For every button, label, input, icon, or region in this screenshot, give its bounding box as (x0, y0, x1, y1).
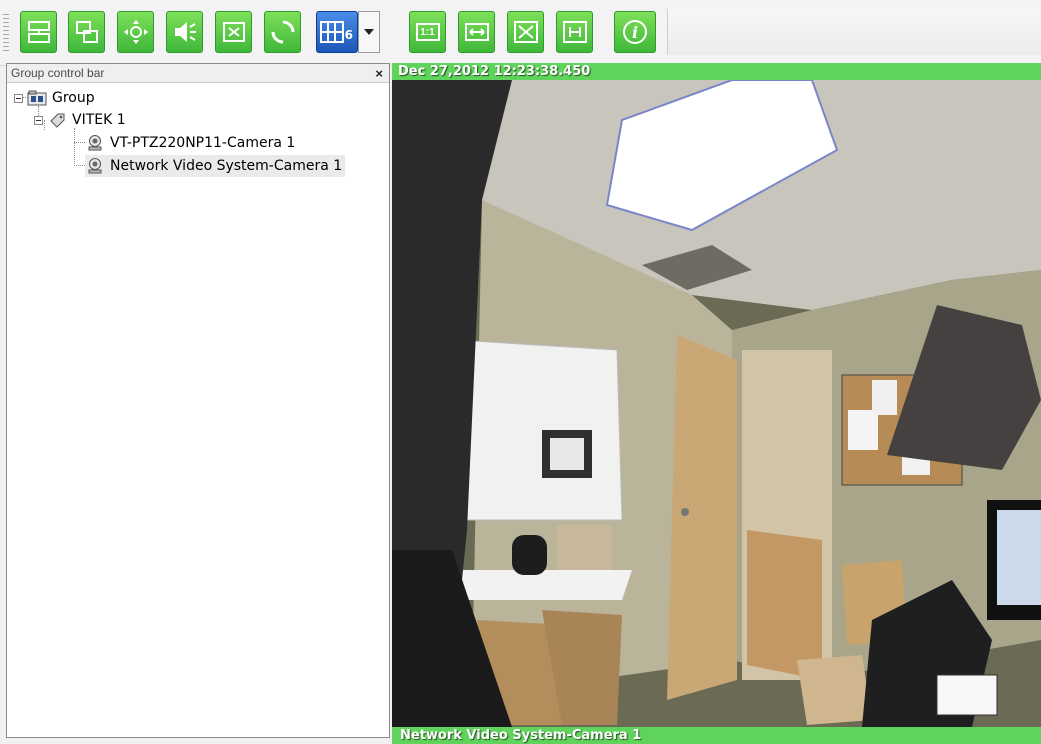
fit-width-button[interactable] (458, 11, 495, 53)
toolbar-grip[interactable] (3, 14, 9, 52)
actual-size-label: 1:1 (420, 26, 435, 38)
camera-name-bar: Network Video System-Camera 1 (392, 727, 1041, 744)
fit-window-icon (562, 21, 587, 43)
tree-label-camera: VT-PTZ220NP11-Camera 1 (110, 135, 296, 151)
panel-title: Group control bar (11, 66, 105, 80)
device-tree-button[interactable] (20, 11, 57, 53)
tree-item-camera[interactable]: VT-PTZ220NP11-Camera 1 (85, 132, 295, 154)
info-label: i (631, 22, 639, 42)
camera-icon (85, 134, 105, 152)
grid-layout-icon (320, 21, 344, 43)
refresh-cycle-icon (271, 20, 294, 44)
grid-count-label: 6 (344, 28, 353, 42)
grid-layout-button[interactable]: 6 (316, 11, 358, 53)
collapse-toggle[interactable] (14, 93, 23, 103)
screen-capture-button[interactable] (215, 11, 252, 53)
tree-item-group[interactable]: Group (14, 87, 95, 109)
actual-size-button[interactable]: 1:1 (409, 11, 446, 53)
main-toolbar: 6 1:1 i (0, 0, 1041, 66)
timestamp-bar: Dec 27,2012 12:23:38.450 (392, 63, 1041, 80)
camera-icon (85, 157, 105, 175)
fullscreen-icon (513, 21, 538, 43)
fit-window-button[interactable] (556, 11, 593, 53)
close-panel-button[interactable]: × (375, 66, 383, 81)
ptz-control-button[interactable] (117, 11, 154, 53)
device-tag-icon (47, 111, 67, 129)
audio-speaker-icon (174, 22, 196, 42)
camera-feed-image (392, 80, 1041, 727)
device-tree-icon (27, 21, 50, 43)
fit-width-icon (464, 23, 489, 41)
fullscreen-button[interactable] (507, 11, 544, 53)
group-control-panel: Group control bar × Group VITEK 1 VT-PTZ… (6, 63, 390, 738)
audio-speaker-button[interactable] (166, 11, 203, 53)
group-folder-icon (27, 89, 47, 107)
refresh-cycle-button[interactable] (264, 11, 301, 53)
video-viewport[interactable]: Dec 27,2012 12:23:38.450 Network Video S… (392, 63, 1041, 744)
screen-capture-icon (222, 22, 245, 42)
collapse-toggle[interactable] (34, 115, 43, 125)
window-layout-icon (75, 21, 98, 43)
panel-header: Group control bar × (7, 64, 389, 83)
tree-label-camera: Network Video System-Camera 1 (110, 158, 343, 174)
tree-guide-line (74, 142, 85, 143)
tree-guide-line (74, 128, 75, 166)
timestamp-text: Dec 27,2012 12:23:38.450 (398, 64, 591, 79)
toolbar-empty-area (667, 9, 1041, 55)
camera-name-text: Network Video System-Camera 1 (400, 728, 642, 743)
tree-item-device[interactable]: VITEK 1 (34, 109, 126, 131)
tree-guide-line (74, 165, 85, 166)
chevron-down-icon (364, 29, 374, 35)
window-layout-button[interactable] (68, 11, 105, 53)
tree-item-camera-selected[interactable]: Network Video System-Camera 1 (85, 155, 346, 177)
ptz-control-icon (123, 20, 148, 44)
tree-label-group: Group (52, 90, 95, 106)
grid-dropdown-button[interactable] (358, 11, 380, 53)
info-button[interactable]: i (614, 11, 656, 53)
tree-label-device: VITEK 1 (72, 112, 126, 128)
